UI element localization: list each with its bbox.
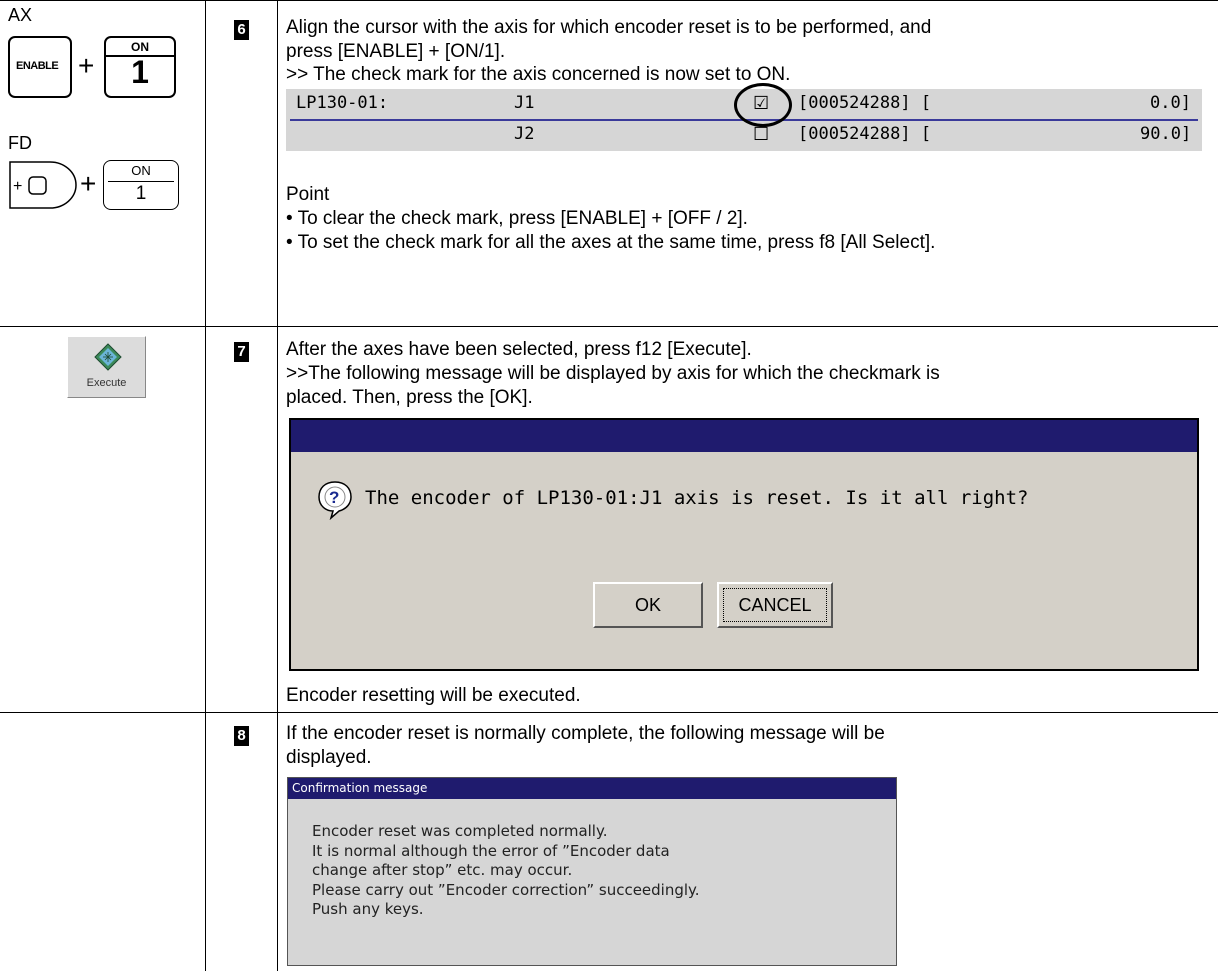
axis-robot-name: LP130-01: — [296, 93, 389, 113]
point-item-1: • To clear the check mark, press [ENABLE… — [286, 208, 748, 229]
enable-key-icon: ENABLE — [8, 36, 72, 98]
point-title: Point — [286, 184, 330, 205]
step-number-8: 8 — [234, 726, 249, 746]
step7-line2: >>The following message will be displaye… — [286, 363, 940, 384]
confirmation-body: Encoder reset was completed normally. It… — [312, 822, 700, 920]
confirmation-line-2: It is normal although the error of ”Enco… — [312, 841, 670, 860]
on-key-top-label: ON — [131, 40, 149, 54]
point-item-2: • To set the check mark for all the axes… — [286, 232, 936, 253]
dialog-title-bar — [291, 420, 1197, 452]
ax-label: AX — [8, 5, 33, 25]
fd-deadman-key-icon: + — [9, 161, 77, 209]
on-key-bottom-label: 1 — [131, 54, 149, 90]
step7-after: Encoder resetting will be executed. — [286, 685, 581, 706]
row-divider-6-7 — [0, 326, 1218, 327]
step8-line2: displayed. — [286, 747, 372, 768]
svg-text:?: ? — [329, 488, 339, 507]
step6-line1: Align the cursor with the axis for which… — [286, 17, 932, 38]
enable-key-label: ENABLE — [16, 60, 59, 72]
axis-row2-angle: 90.0] — [1140, 124, 1192, 144]
fd-on-top-label: ON — [131, 163, 151, 178]
axis-row2-name: J2 — [514, 124, 535, 144]
axis-row2-value: [000524288] [ — [798, 124, 932, 144]
execute-button[interactable]: Execute — [67, 336, 146, 398]
row-divider-7-8 — [0, 712, 1218, 713]
confirmation-line-4: Please carry out ”Encoder correction” su… — [312, 880, 700, 899]
fd-label: FD — [8, 133, 32, 153]
confirmation-title-bar: Confirmation message — [288, 778, 896, 799]
ok-button[interactable]: OK — [593, 582, 703, 628]
axis-row1-name: J1 — [514, 93, 535, 113]
step7-line1: After the axes have been selected, press… — [286, 339, 752, 360]
step8-line1: If the encoder reset is normally complet… — [286, 723, 885, 744]
confirmation-line-3: change after stop” etc. may occur. — [312, 861, 573, 879]
col-divider-1 — [205, 0, 206, 971]
step6-line2: press [ENABLE] + [ON/1]. — [286, 41, 506, 62]
step-number-7: 7 — [234, 342, 249, 362]
step7-line3: placed. Then, press the [OK]. — [286, 387, 533, 408]
fd-on-bottom-label: 1 — [135, 183, 147, 204]
execute-label: Execute — [86, 377, 127, 389]
execute-icon — [94, 343, 122, 371]
on-1-key-icon: ON 1 — [104, 36, 176, 98]
cancel-label: CANCEL — [738, 595, 812, 615]
step6-line3: >> The check mark for the axis concerned… — [286, 64, 791, 85]
axis-row1-angle: 0.0] — [1150, 93, 1191, 113]
plus-sign-fd: + — [80, 168, 97, 199]
reset-confirm-dialog: ? The encoder of LP130-01:J1 axis is res… — [289, 418, 1199, 671]
dialog-message: The encoder of LP130-01:J1 axis is reset… — [365, 487, 1029, 509]
confirmation-title: Confirmation message — [292, 781, 428, 795]
checkmark-highlight-circle — [734, 83, 792, 127]
axis-row1-value: [000524288] [ — [798, 93, 932, 113]
table-top-border — [0, 0, 1218, 1]
confirmation-line-5: Push any keys. — [312, 900, 424, 918]
question-icon: ? — [318, 481, 352, 520]
col-divider-2 — [277, 0, 278, 971]
step-number-6: 6 — [234, 20, 249, 40]
svg-text:+: + — [13, 178, 22, 195]
fd-on-1-key-icon: ON 1 — [103, 160, 179, 210]
cancel-button[interactable]: CANCEL — [717, 582, 833, 628]
plus-sign: + — [78, 50, 95, 81]
confirmation-line-1: Encoder reset was completed normally. — [312, 822, 608, 840]
confirmation-dialog: Confirmation message Encoder reset was c… — [287, 777, 897, 966]
fd-on-divider — [108, 181, 174, 182]
